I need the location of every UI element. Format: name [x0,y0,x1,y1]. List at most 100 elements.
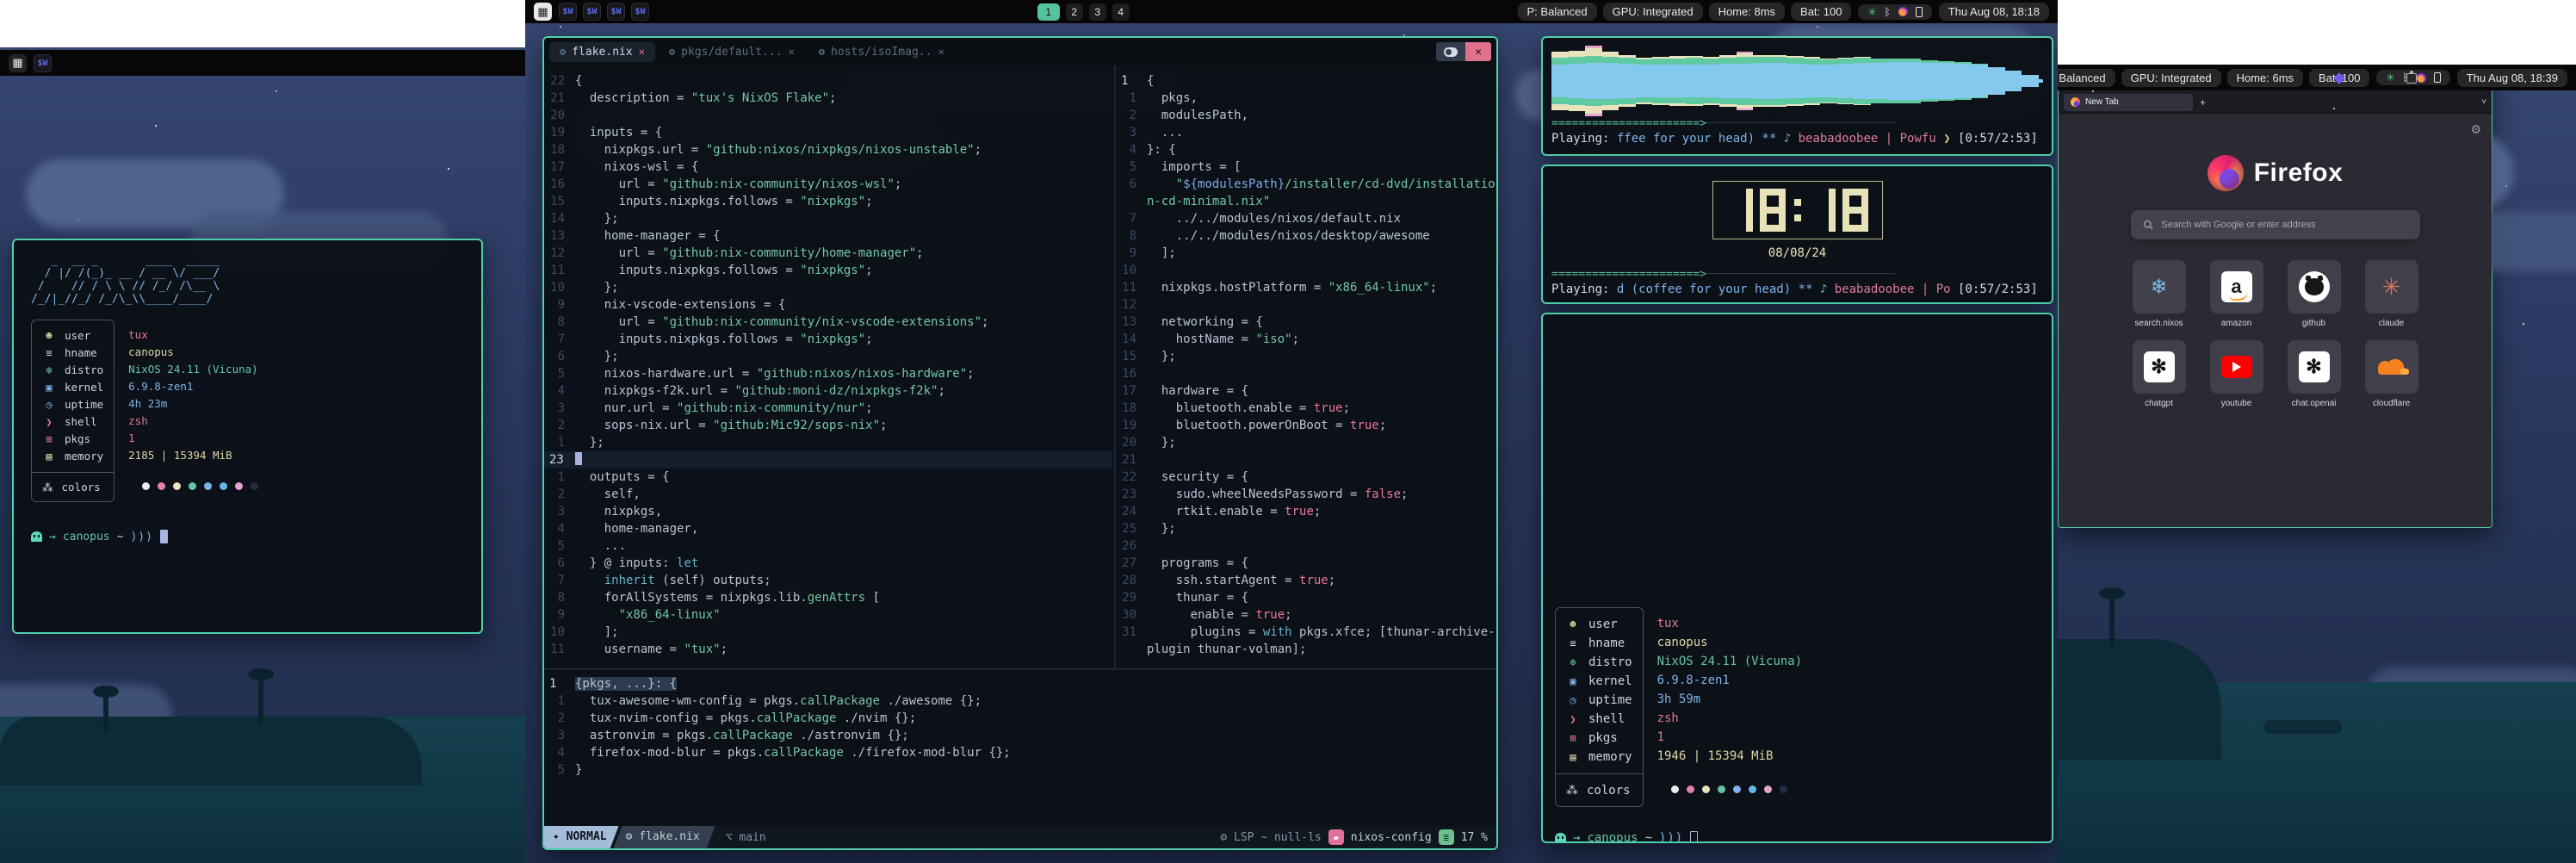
taskbar-app-icon[interactable]: $W [607,3,625,21]
code-line[interactable] [575,451,582,469]
tab-close-icon[interactable]: ✕ [639,46,645,58]
code-line[interactable]: } [575,761,582,779]
code-line[interactable]: } @ inputs: let [575,555,698,572]
code-line[interactable]: firefox-mod-blur = pkgs.callPackage ./fi… [575,744,1011,761]
clock-pill[interactable]: Thu Aug 08, 18:39 [2457,69,2567,87]
taskbar-app-icon[interactable]: $W [559,3,577,21]
gear-icon[interactable]: ⚙ [2470,122,2481,137]
code-line[interactable]: networking = { [1147,314,1263,331]
code-line[interactable]: "${modulesPath}/installer/cd-dvd/install… [1147,176,1495,193]
editor-tab-flake-nix[interactable]: ⚙flake.nix✕ [549,42,655,62]
code-line[interactable]: inputs = { [575,124,662,141]
app-launcher-icon[interactable]: ▦ [9,54,27,72]
editor-tab-pkgs-default-[interactable]: ⚙pkgs/default...✕ [659,42,805,62]
code-line[interactable]: }; [1147,520,1176,537]
window-close-button[interactable]: ✕ [1465,42,1491,61]
code-line[interactable]: bluetooth.powerOnBoot = true; [1147,417,1386,434]
status-pill[interactable]: P: Balanced [1518,3,1597,21]
code-line[interactable]: url = "github:nix-community/home-manager… [575,245,924,262]
code-line[interactable]: nixpkgs-f2k.url = "github:moni-dz/nixpkg… [575,382,945,400]
status-pill[interactable]: GPU: Integrated [2121,69,2221,87]
tabbar-toggle-button[interactable] [1436,42,1465,61]
code-line[interactable]: modulesPath, [1147,107,1248,124]
code-line[interactable]: nixpkgs.url = "github:nixos/nixpkgs/nixo… [575,141,981,158]
code-line[interactable]: { [1147,72,1154,90]
code-line[interactable]: thunar = { [1147,589,1248,606]
code-line[interactable]: sudo.wheelNeedsPassword = false; [1147,486,1408,503]
code-line[interactable]: nix-vscode-extensions = { [575,296,785,314]
code-line[interactable]: url = "github:nix-community/nixos-wsl"; [575,176,901,193]
code-line[interactable]: ]; [575,624,619,641]
code-line[interactable]: home-manager, [575,520,698,537]
terminal-fetch-right[interactable]: ☻user≡hname❄distro▣kernel◷uptime❯shell⊞p… [1541,313,2053,843]
shortcut-tile-github[interactable]: github [2287,260,2342,328]
status-pill[interactable]: Bat: 100 [1791,3,1851,21]
editor-pane-pkgs-default[interactable]: 1{pkgs, ...}: {1 tux-awesome-wm-config =… [544,668,1496,826]
shell-prompt[interactable]: → canopus ~ ))) [31,530,464,543]
code-line[interactable]: ../../modules/nixos/desktop/awesome [1147,227,1430,245]
status-pill[interactable]: P: Balanced [2058,69,2115,87]
app-launcher-icon[interactable]: ▦ [534,3,552,21]
workspace-button-3[interactable]: 3 [1089,3,1106,21]
code-line[interactable]: ... [575,537,626,555]
taskbar-app-icon[interactable]: $W [631,3,649,21]
code-line[interactable]: description = "tux's NixOS Flake"; [575,90,836,107]
code-line[interactable]: tux-awesome-wm-config = pkgs.callPackage… [575,692,981,710]
shortcut-tile-search-nixos[interactable]: ❄search.nixos [2132,260,2187,328]
code-line[interactable]: "x86_64-linux" [575,606,721,624]
code-line[interactable]: nur.url = "github:nix-community/nur"; [575,400,873,417]
terminal-cava-visualizer[interactable]: ======================>─────────────────… [1541,36,2053,156]
code-line[interactable]: hostName = "iso"; [1147,331,1299,348]
code-line[interactable]: tux-nvim-config = pkgs.callPackage ./nvi… [575,710,916,727]
workspace-button-2[interactable]: 2 [1066,3,1083,21]
shortcut-tile-chat-openai[interactable]: ✻chat.openai [2287,340,2342,408]
shell-prompt[interactable]: → canopus ~ ))) [1555,831,2040,843]
code-line[interactable]: ../../modules/nixos/default.nix [1147,210,1401,227]
code-line[interactable]: home-manager = { [575,227,721,245]
code-line[interactable]: }; [575,348,619,365]
code-line[interactable]: }; [575,210,619,227]
code-line[interactable]: rtkit.enable = true; [1147,503,1321,520]
shortcut-tile-amazon[interactable]: aamazon [2209,260,2264,328]
code-line[interactable]: programs = { [1147,555,1248,572]
code-line[interactable]: ssh.startAgent = true; [1147,572,1335,589]
code-line[interactable]: nixpkgs.hostPlatform = "x86_64-linux"; [1147,279,1437,296]
workspace-button-1[interactable]: 1 [1037,3,1060,21]
code-line[interactable]: sops-nix.url = "github:Mic92/sops-nix"; [575,417,887,434]
code-line[interactable]: security = { [1147,469,1248,486]
taskbar-app-icon[interactable]: $W [583,3,601,21]
code-line[interactable]: self, [575,486,641,503]
tab-close-icon[interactable]: ✕ [938,46,944,58]
neovim-editor-window[interactable]: ⚙flake.nix✕⚙pkgs/default...✕⚙hosts/isoIm… [542,36,1498,850]
code-line[interactable]: inputs.nixpkgs.follows = "nixpkgs"; [575,193,873,210]
shortcut-tile-claude[interactable]: ✳claude [2364,260,2419,328]
editor-pane-iso-image[interactable]: 1{1 pkgs,2 modulesPath,3 ...4}: {5 impor… [1114,65,1498,668]
taskbar-app-icon[interactable]: $W [34,54,52,72]
new-tab-button[interactable]: + [2200,96,2206,109]
code-line[interactable]: }: { [1147,141,1176,158]
code-line[interactable]: outputs = { [575,469,670,486]
terminal-tty-clock[interactable]: 08/08/24 ======================>────────… [1541,165,2053,304]
code-line[interactable]: hardware = { [1147,382,1248,400]
code-line[interactable]: imports = [ [1147,158,1242,176]
code-line[interactable]: nixpkgs, [575,503,662,520]
code-line[interactable]: inherit (self) outputs; [575,572,771,589]
code-line[interactable]: nixos-hardware.url = "github:nixos/nixos… [575,365,975,382]
code-line[interactable]: pkgs, [1147,90,1198,107]
system-tray[interactable]: ✳ ᛒ [1858,4,1931,20]
tab-close-icon[interactable]: ✕ [789,46,795,58]
workspace-button-4[interactable]: 4 [1112,3,1130,21]
code-line[interactable]: inputs.nixpkgs.follows = "nixpkgs"; [575,262,873,279]
editor-tab-hosts-isoImag-[interactable]: ⚙hosts/isoImag..✕ [808,42,955,62]
code-line[interactable]: plugins = with pkgs.xfce; [thunar-archiv… [1147,624,1495,641]
code-line[interactable]: n-cd-minimal.nix" [1147,193,1270,210]
code-line[interactable]: {pkgs, ...}: { [575,675,677,692]
clock-pill[interactable]: Thu Aug 08, 18:18 [1939,3,2049,21]
search-input[interactable]: Search with Google or enter address [2131,210,2420,239]
code-line[interactable]: bluetooth.enable = true; [1147,400,1350,417]
code-line[interactable]: nixos-wsl = { [575,158,698,176]
firefox-window[interactable]: ‹ › ⟳ Search with Google or enter addres… [2058,65,2492,528]
tab-list-chevron-icon[interactable]: ˅ [2481,97,2486,107]
shortcut-tile-cloudflare[interactable]: cloudflare [2364,340,2419,408]
terminal-fetch-left[interactable]: _ __ _ ____ _____ / |/ /(_)_ __ / __ \/ … [12,239,483,634]
